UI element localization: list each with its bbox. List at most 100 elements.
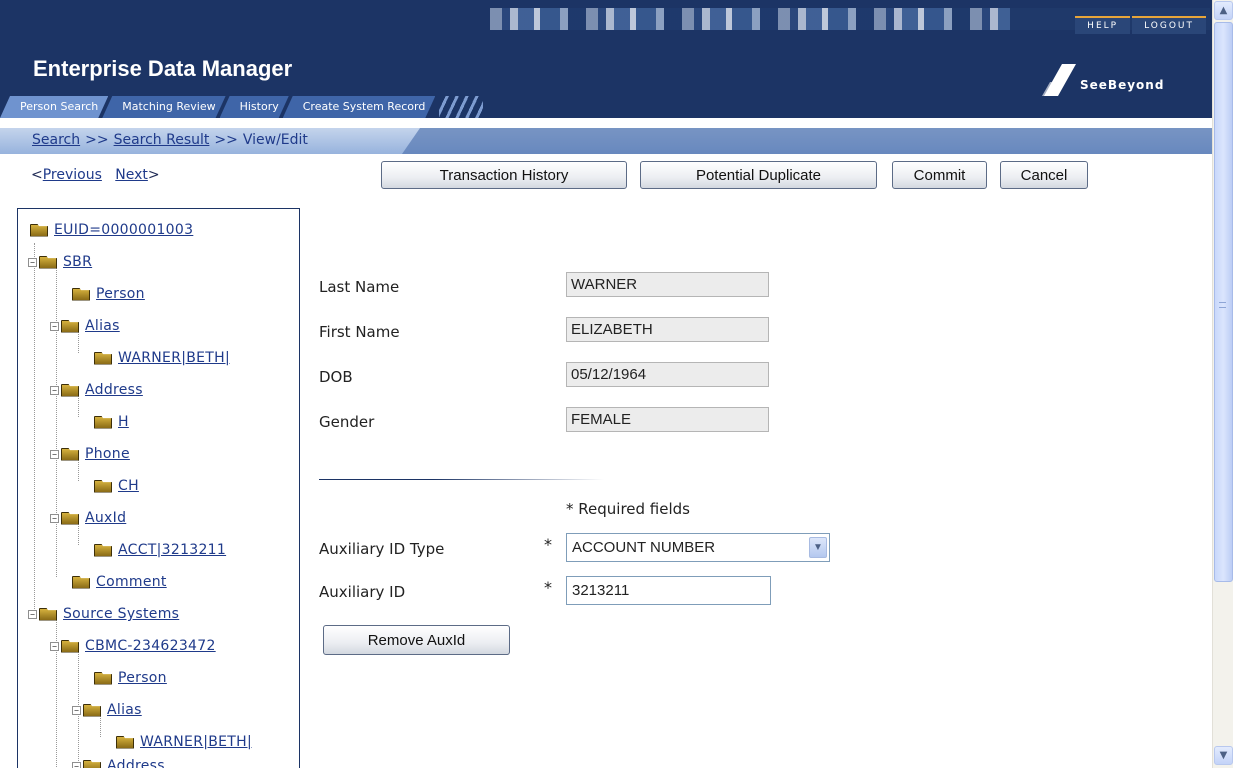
- minus-box-icon[interactable]: −: [28, 257, 37, 267]
- tree-node-system-address[interactable]: − Address: [72, 755, 165, 768]
- cancel-button[interactable]: Cancel: [1000, 161, 1088, 189]
- logout-link[interactable]: LOGOUT: [1132, 16, 1206, 34]
- tree-node-label[interactable]: EUID=0000001003: [54, 222, 193, 238]
- tree-node-alias[interactable]: − Alias: [50, 315, 120, 337]
- tree-node-label[interactable]: CH: [118, 478, 139, 494]
- potential-duplicate-button[interactable]: Potential Duplicate: [640, 161, 877, 189]
- folder-icon: [61, 319, 79, 333]
- next-link[interactable]: Next: [115, 167, 148, 183]
- section-divider: [319, 479, 604, 480]
- folder-icon: [39, 255, 57, 269]
- last-name-label: Last Name: [319, 278, 400, 296]
- folder-icon: [61, 511, 79, 525]
- tree-node-label[interactable]: Person: [118, 670, 167, 686]
- previous-link[interactable]: Previous: [43, 167, 102, 183]
- aux-id-input[interactable]: 3213211: [566, 576, 771, 605]
- gender-field: FEMALE: [566, 407, 769, 432]
- folder-icon: [94, 543, 112, 557]
- tree-node-address-value[interactable]: H: [94, 411, 129, 433]
- minus-box-icon[interactable]: −: [50, 321, 59, 331]
- folder-icon: [39, 607, 57, 621]
- tree-node-auxid-value[interactable]: ACCT|3213211: [94, 539, 226, 561]
- last-name-field: WARNER: [566, 272, 769, 297]
- tab-history[interactable]: History: [220, 96, 289, 118]
- tree-node-label[interactable]: Address: [85, 382, 143, 398]
- tab-create-system-record[interactable]: Create System Record: [283, 96, 436, 118]
- seebeyond-logo: SeeBeyond: [1040, 62, 1164, 98]
- required-marker: *: [544, 535, 552, 554]
- breadcrumb: Search >> Search Result >> View/Edit: [32, 132, 308, 148]
- minus-box-icon[interactable]: −: [72, 761, 81, 768]
- main-tabs: Person Search Matching Review History Cr…: [0, 96, 484, 118]
- tree-node-label[interactable]: Alias: [107, 702, 142, 718]
- tree-node-system-person[interactable]: Person: [94, 667, 167, 689]
- tree-node-system-alias-value[interactable]: WARNER|BETH|: [116, 731, 252, 753]
- logo-text: SeeBeyond: [1080, 78, 1165, 92]
- seebeyond-logo-icon: [1042, 64, 1076, 96]
- tree-node-label[interactable]: WARNER|BETH|: [140, 734, 252, 750]
- tree-node-label[interactable]: Phone: [85, 446, 130, 462]
- tree-node-sbr[interactable]: − SBR: [28, 251, 92, 273]
- minus-box-icon[interactable]: −: [50, 385, 59, 395]
- folder-icon: [30, 223, 48, 237]
- tree-node-label[interactable]: Address: [107, 758, 165, 768]
- chevron-down-icon[interactable]: ▼: [1214, 746, 1233, 765]
- tab-decoration: [439, 96, 484, 118]
- minus-box-icon[interactable]: −: [50, 449, 59, 459]
- scrollbar-grip-icon: [1219, 302, 1226, 308]
- tree-node-phone-value[interactable]: CH: [94, 475, 139, 497]
- dob-label: DOB: [319, 368, 353, 386]
- tree-node-address[interactable]: − Address: [50, 379, 143, 401]
- next-suffix: >: [147, 167, 160, 183]
- tree-node-source-systems[interactable]: − Source Systems: [28, 603, 179, 625]
- tree-node-comment[interactable]: Comment: [72, 571, 167, 593]
- tree-node-label[interactable]: H: [118, 414, 129, 430]
- remove-auxid-button[interactable]: Remove AuxId: [323, 625, 510, 655]
- record-tree: EUID=0000001003 − SBR Person − Alias WARNE…: [17, 208, 300, 768]
- folder-icon: [72, 287, 90, 301]
- tree-node-label[interactable]: ACCT|3213211: [118, 542, 226, 558]
- tree-node-phone[interactable]: − Phone: [50, 443, 130, 465]
- breadcrumb-search-result[interactable]: Search Result: [114, 132, 210, 148]
- transaction-history-button[interactable]: Transaction History: [381, 161, 627, 189]
- tab-person-search[interactable]: Person Search: [0, 96, 108, 118]
- breadcrumb-separator: >>: [85, 132, 109, 148]
- minus-box-icon[interactable]: −: [50, 641, 59, 651]
- tree-node-label[interactable]: AuxId: [85, 510, 126, 526]
- folder-icon: [94, 351, 112, 365]
- tree-node-label[interactable]: SBR: [63, 254, 92, 270]
- minus-box-icon[interactable]: −: [50, 513, 59, 523]
- page-scrollbar[interactable]: ▲ ▼: [1212, 0, 1233, 768]
- dob-field: 05/12/1964: [566, 362, 769, 387]
- tree-node-person[interactable]: Person: [72, 283, 145, 305]
- app-title: Enterprise Data Manager: [33, 56, 293, 81]
- first-name-label: First Name: [319, 323, 400, 341]
- tree-node-alias-value[interactable]: WARNER|BETH|: [94, 347, 230, 369]
- previous-prefix: <: [31, 167, 43, 183]
- commit-button[interactable]: Commit: [892, 161, 987, 189]
- minus-box-icon[interactable]: −: [28, 609, 37, 619]
- tree-node-label[interactable]: Alias: [85, 318, 120, 334]
- tree-node-label[interactable]: Source Systems: [63, 606, 179, 622]
- chevron-up-icon[interactable]: ▲: [1214, 1, 1233, 20]
- tree-node-system-record[interactable]: − CBMC-234623472: [50, 635, 216, 657]
- tree-node-label[interactable]: WARNER|BETH|: [118, 350, 230, 366]
- tab-matching-review[interactable]: Matching Review: [102, 96, 225, 118]
- folder-icon: [61, 447, 79, 461]
- breadcrumb-search[interactable]: Search: [32, 132, 80, 148]
- folder-icon: [94, 415, 112, 429]
- chevron-down-icon[interactable]: ▼: [809, 537, 827, 558]
- minus-box-icon[interactable]: −: [72, 705, 81, 715]
- tree-node-label[interactable]: Comment: [96, 574, 167, 590]
- folder-icon: [94, 671, 112, 685]
- aux-id-type-value: ACCOUNT NUMBER: [572, 539, 716, 556]
- tree-node-label[interactable]: CBMC-234623472: [85, 638, 216, 654]
- record-navigation: <Previous Next>: [31, 167, 160, 183]
- tree-node-system-alias[interactable]: − Alias: [72, 699, 142, 721]
- tree-node-label[interactable]: Person: [96, 286, 145, 302]
- help-link[interactable]: HELP: [1075, 16, 1131, 34]
- aux-id-type-select[interactable]: ACCOUNT NUMBER ▼: [566, 533, 830, 562]
- app-header: HELP LOGOUT Enterprise Data Manager SeeB…: [0, 0, 1212, 118]
- tree-node-auxid[interactable]: − AuxId: [50, 507, 126, 529]
- tree-node-euid[interactable]: EUID=0000001003: [30, 219, 193, 241]
